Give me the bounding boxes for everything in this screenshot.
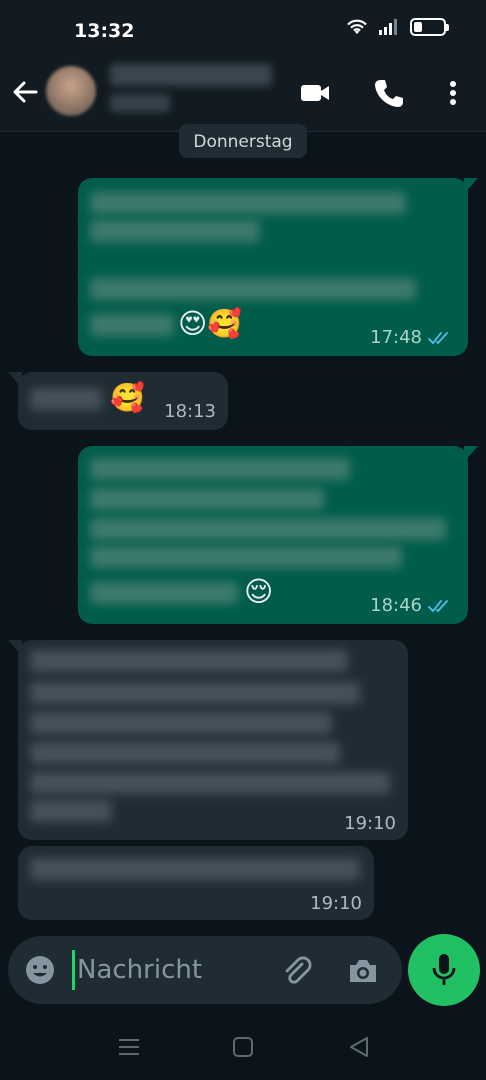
blurred-text — [30, 800, 112, 822]
blurred-text — [90, 278, 416, 300]
blurred-text — [90, 518, 446, 540]
blurred-text — [30, 772, 390, 794]
message-meta: 17:48 — [370, 327, 454, 348]
status-icons — [346, 18, 449, 36]
blurred-text — [90, 458, 350, 480]
message-meta: 19:10 — [344, 813, 396, 834]
battery-icon — [410, 18, 449, 36]
blurred-text — [30, 682, 360, 704]
read-ticks-icon — [428, 599, 448, 612]
battery-level — [414, 22, 422, 32]
bubble-tail — [8, 372, 22, 388]
bubble-tail — [464, 178, 478, 194]
blurred-text — [90, 192, 406, 214]
more-options-icon[interactable] — [436, 76, 470, 110]
message-time: 19:10 — [344, 813, 396, 834]
blurred-text — [30, 388, 102, 410]
message-input[interactable] — [72, 950, 262, 990]
signal-icon — [379, 19, 397, 35]
blurred-text — [30, 742, 340, 764]
emoji-icon[interactable] — [24, 954, 56, 986]
message-emoji: 🥰 — [110, 381, 145, 414]
contact-status — [110, 94, 170, 112]
message-outgoing[interactable]: 😍🥰 17:48 — [78, 178, 478, 356]
blurred-text — [90, 582, 238, 604]
read-ticks-icon — [428, 331, 448, 344]
mic-icon — [432, 954, 456, 985]
message-meta: 18:46 — [370, 595, 454, 616]
message-composer — [8, 936, 402, 1004]
wifi-icon — [347, 19, 367, 34]
blurred-text — [90, 220, 260, 242]
video-call-icon[interactable] — [298, 76, 332, 110]
message-incoming[interactable]: 19:10 — [18, 846, 374, 920]
bubble-tail — [8, 640, 22, 656]
avatar[interactable] — [46, 66, 96, 116]
back-icon[interactable] — [346, 1034, 372, 1060]
back-arrow-icon[interactable] — [8, 74, 44, 110]
recents-icon[interactable] — [116, 1034, 142, 1060]
date-separator: Donnerstag — [179, 124, 307, 158]
blurred-text — [90, 314, 174, 336]
home-icon[interactable] — [230, 1034, 256, 1060]
message-time: 18:46 — [370, 595, 422, 616]
blurred-text — [30, 712, 332, 734]
message-meta: 19:10 — [310, 893, 362, 914]
message-time: 18:13 — [164, 401, 216, 422]
message-time: 17:48 — [370, 327, 422, 348]
attach-icon[interactable] — [280, 954, 314, 988]
chat-header — [0, 58, 486, 132]
status-time: 13:32 — [74, 20, 135, 42]
system-nav-bar — [0, 1012, 486, 1080]
mic-button[interactable] — [408, 934, 480, 1006]
message-meta: 18:13 — [164, 401, 216, 422]
message-emoji: 😍🥰 — [178, 307, 243, 340]
status-bar: 13:32 — [0, 0, 486, 58]
message-incoming[interactable]: 19:10 — [8, 640, 408, 840]
message-incoming[interactable]: 🥰 18:13 — [8, 372, 228, 430]
message-outgoing[interactable]: 😌 18:46 — [78, 446, 478, 624]
camera-icon[interactable] — [346, 954, 380, 988]
blurred-text — [90, 546, 402, 568]
message-emoji: 😌 — [244, 575, 274, 608]
bubble-tail — [464, 446, 478, 462]
blurred-text — [90, 488, 324, 510]
contact-name[interactable] — [110, 64, 272, 86]
blurred-text — [30, 650, 348, 672]
message-time: 19:10 — [310, 893, 362, 914]
voice-call-icon[interactable] — [372, 76, 406, 110]
blurred-text — [30, 858, 360, 880]
